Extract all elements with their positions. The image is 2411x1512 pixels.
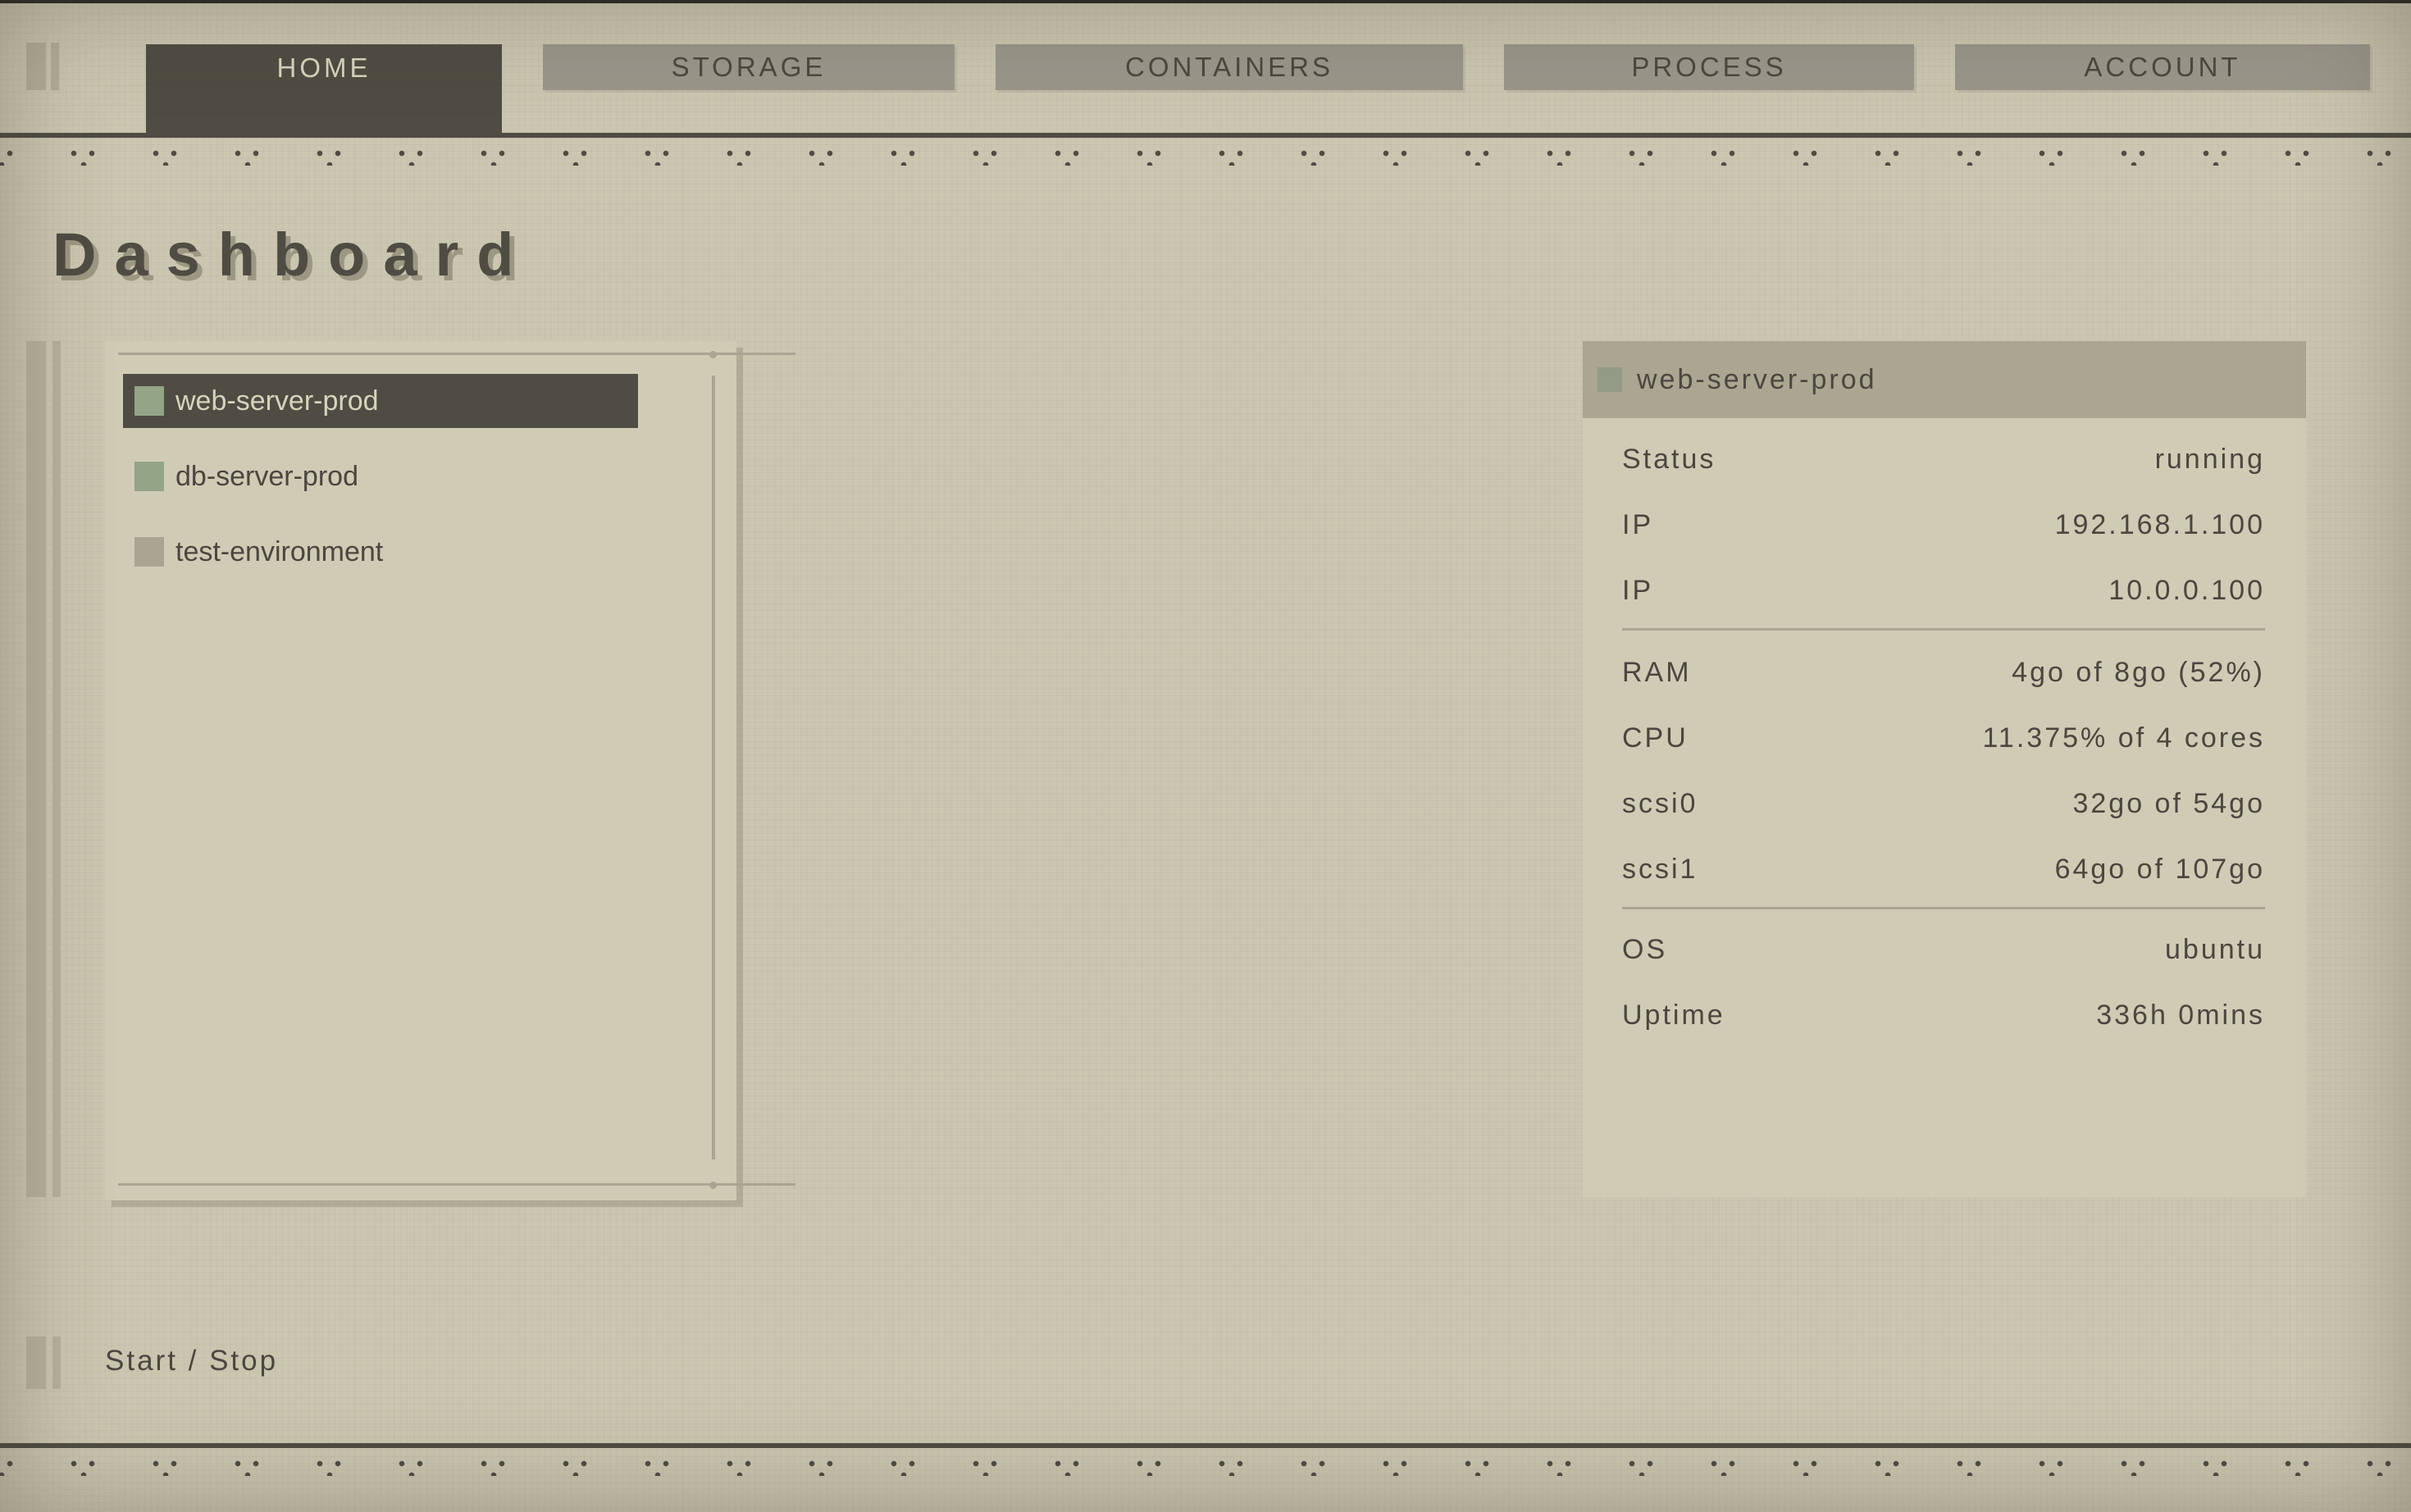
detail-value: 64go of 107go <box>2054 853 2265 885</box>
detail-row-cpu: CPU 11.375% of 4 cores <box>1622 713 2265 763</box>
detail-row-ram: RAM 4go of 8go (52%) <box>1622 648 2265 697</box>
server-name: db-server-prod <box>175 460 358 492</box>
window-top-edge <box>0 0 2411 3</box>
tab-account[interactable]: ACCOUNT <box>1955 44 2370 90</box>
detail-label: Uptime <box>1622 999 1725 1031</box>
detail-value: 336h 0mins <box>2096 999 2265 1031</box>
detail-value: 10.0.0.100 <box>2108 574 2265 606</box>
footer-dot-pattern <box>0 1451 2411 1476</box>
detail-row-status: Status running <box>1622 435 2265 484</box>
detail-value: running <box>2154 443 2265 475</box>
detail-row-uptime: Uptime 336h 0mins <box>1622 991 2265 1040</box>
detail-row-scsi0: scsi0 32go of 54go <box>1622 779 2265 828</box>
detail-row-scsi1: scsi1 64go of 107go <box>1622 845 2265 894</box>
detail-value: ubuntu <box>2165 933 2265 965</box>
status-indicator-icon <box>134 537 164 567</box>
list-top-border <box>118 353 795 355</box>
tab-containers[interactable]: CONTAINERS <box>996 44 1463 90</box>
detail-value: 11.375% of 4 cores <box>1982 722 2265 754</box>
detail-title: web-server-prod <box>1637 363 1877 395</box>
server-list-panel: web-server-prod db-server-prod test-envi… <box>105 341 795 1200</box>
list-bottom-border <box>118 1183 795 1186</box>
detail-label: IP <box>1622 508 1654 540</box>
nav-divider <box>0 133 2411 138</box>
tab-home[interactable]: HOME <box>146 44 502 134</box>
server-name: test-environment <box>175 535 384 567</box>
server-name: web-server-prod <box>175 385 379 417</box>
scroll-cap-top <box>709 351 717 358</box>
detail-row-ip: IP 192.168.1.100 <box>1622 500 2265 549</box>
detail-value: 4go of 8go (52%) <box>2012 656 2265 688</box>
detail-label: RAM <box>1622 656 1692 688</box>
detail-row-os: OS ubuntu <box>1622 925 2265 974</box>
detail-label: CPU <box>1622 722 1689 754</box>
detail-separator <box>1622 628 2265 631</box>
detail-label: IP <box>1622 574 1654 606</box>
server-item-web-server-prod[interactable]: web-server-prod <box>123 374 638 428</box>
start-stop-button[interactable]: Start / Stop <box>105 1345 278 1378</box>
detail-value: 192.168.1.100 <box>2054 508 2265 540</box>
detail-label: OS <box>1622 933 1668 965</box>
detail-label: scsi0 <box>1622 787 1698 819</box>
footer-divider <box>0 1443 2411 1448</box>
detail-separator <box>1622 907 2265 909</box>
nav-handle <box>26 43 62 90</box>
detail-row-ip-2: IP 10.0.0.100 <box>1622 566 2265 615</box>
server-detail-panel: web-server-prod Status running IP 192.16… <box>1583 341 2306 1197</box>
status-indicator-icon <box>134 462 164 491</box>
detail-label: Status <box>1622 443 1716 475</box>
status-indicator-icon <box>134 386 164 416</box>
server-item-db-server-prod[interactable]: db-server-prod <box>123 449 638 503</box>
tab-storage[interactable]: STORAGE <box>543 44 955 90</box>
server-item-test-environment[interactable]: test-environment <box>123 525 638 579</box>
nav-dot-pattern <box>0 141 2411 166</box>
status-indicator-icon <box>1597 367 1622 392</box>
page-title: Dashboard <box>52 221 532 289</box>
scrollbar[interactable] <box>712 376 715 1159</box>
tab-process[interactable]: PROCESS <box>1504 44 1914 90</box>
detail-header: web-server-prod <box>1583 341 2306 418</box>
detail-value: 32go of 54go <box>2072 787 2265 819</box>
detail-label: scsi1 <box>1622 853 1698 885</box>
